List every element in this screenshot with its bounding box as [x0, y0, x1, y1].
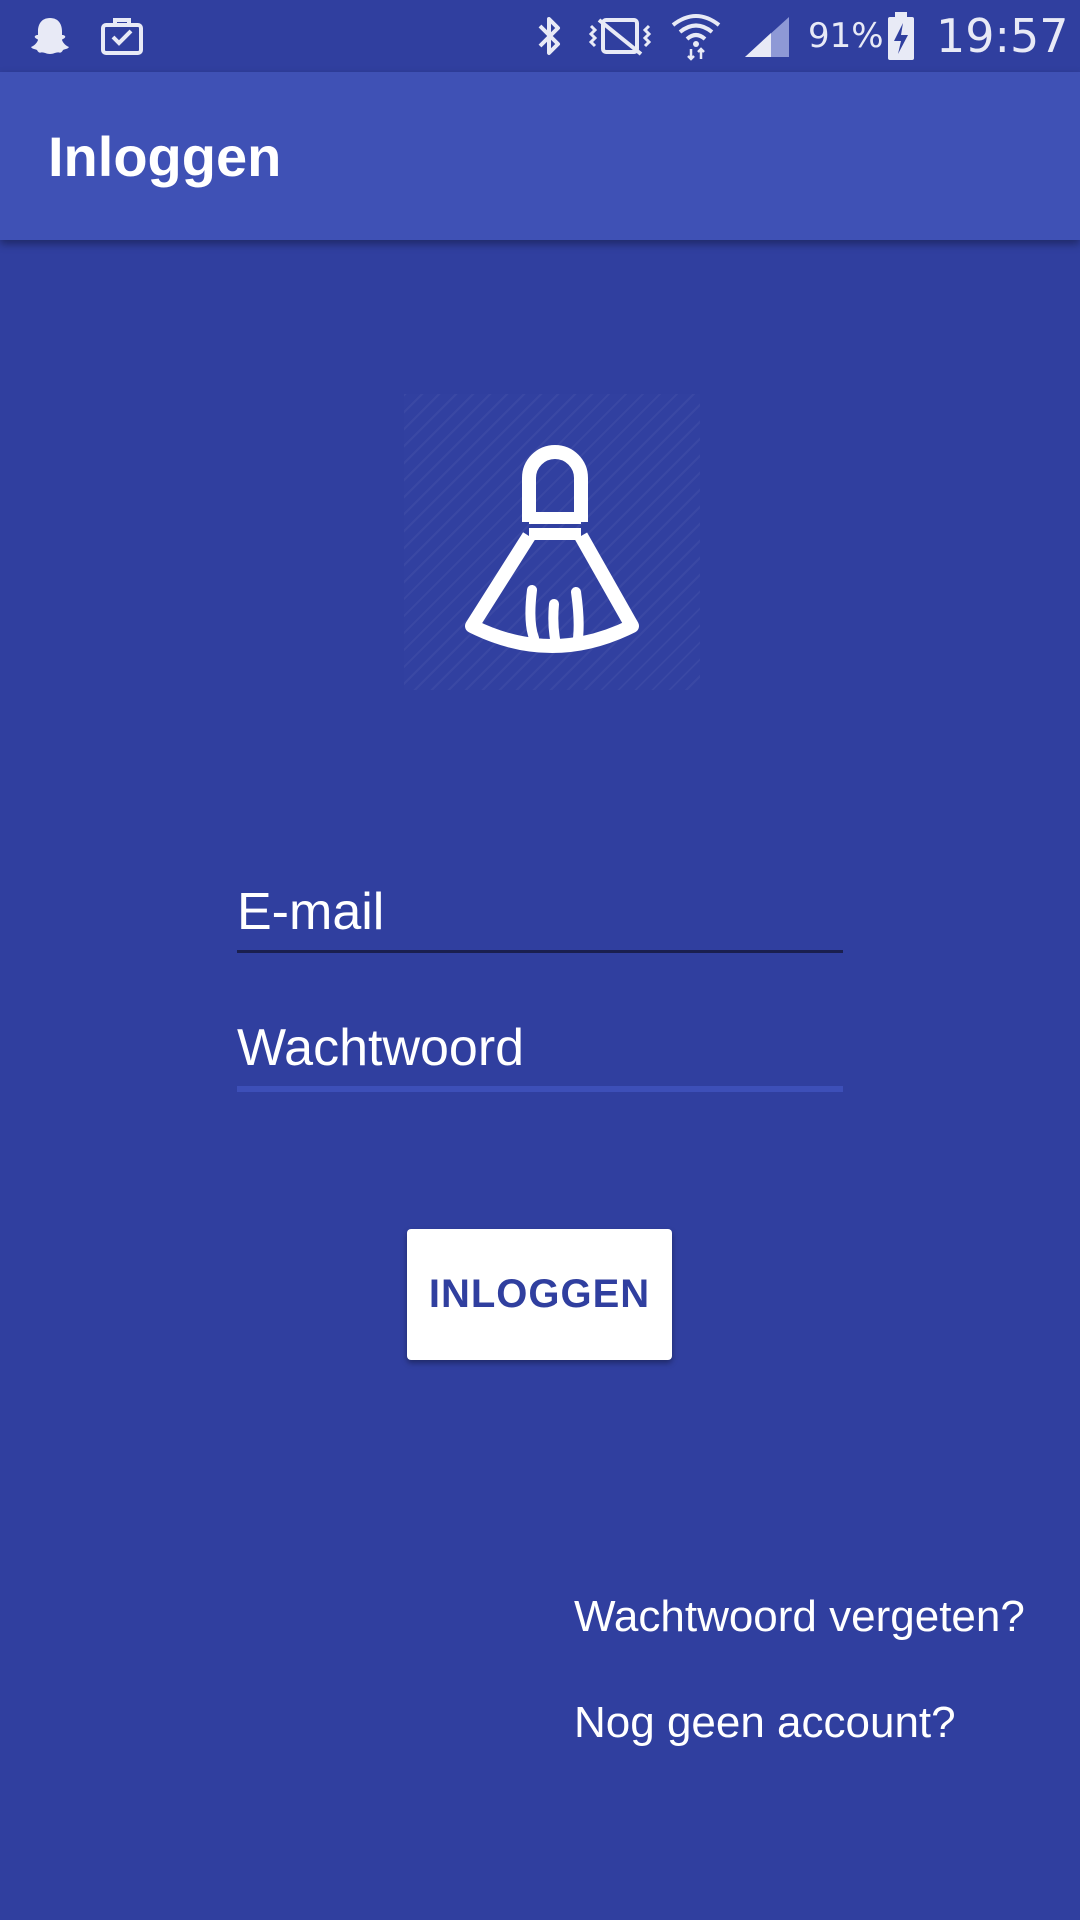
- app-bar: Inloggen: [0, 72, 1080, 240]
- password-field-underline: [237, 1086, 843, 1092]
- email-field[interactable]: [237, 876, 843, 948]
- vibrate-off-icon: [584, 0, 656, 72]
- email-field-container: [237, 876, 843, 956]
- signal-icon: [742, 0, 794, 72]
- wifi-icon: [668, 0, 724, 72]
- app-logo: [404, 394, 700, 690]
- battery-charging-icon: [884, 0, 918, 72]
- login-button[interactable]: INLOGGEN: [407, 1229, 672, 1360]
- email-field-underline: [237, 950, 843, 953]
- broom-icon: [465, 445, 639, 653]
- password-field[interactable]: [237, 1012, 843, 1084]
- status-time: 19:57: [936, 9, 1069, 63]
- forgot-password-link[interactable]: Wachtwoord vergeten?: [574, 1592, 1025, 1642]
- page-title: Inloggen: [48, 124, 282, 188]
- snapchat-icon: [24, 0, 76, 72]
- password-field-container: [237, 1012, 843, 1092]
- register-link[interactable]: Nog geen account?: [574, 1698, 956, 1748]
- status-bar: 91% 19:57: [0, 0, 1080, 72]
- briefcase-check-icon: [96, 0, 148, 72]
- bluetooth-icon: [528, 0, 570, 72]
- battery-percentage: 91%: [808, 16, 884, 56]
